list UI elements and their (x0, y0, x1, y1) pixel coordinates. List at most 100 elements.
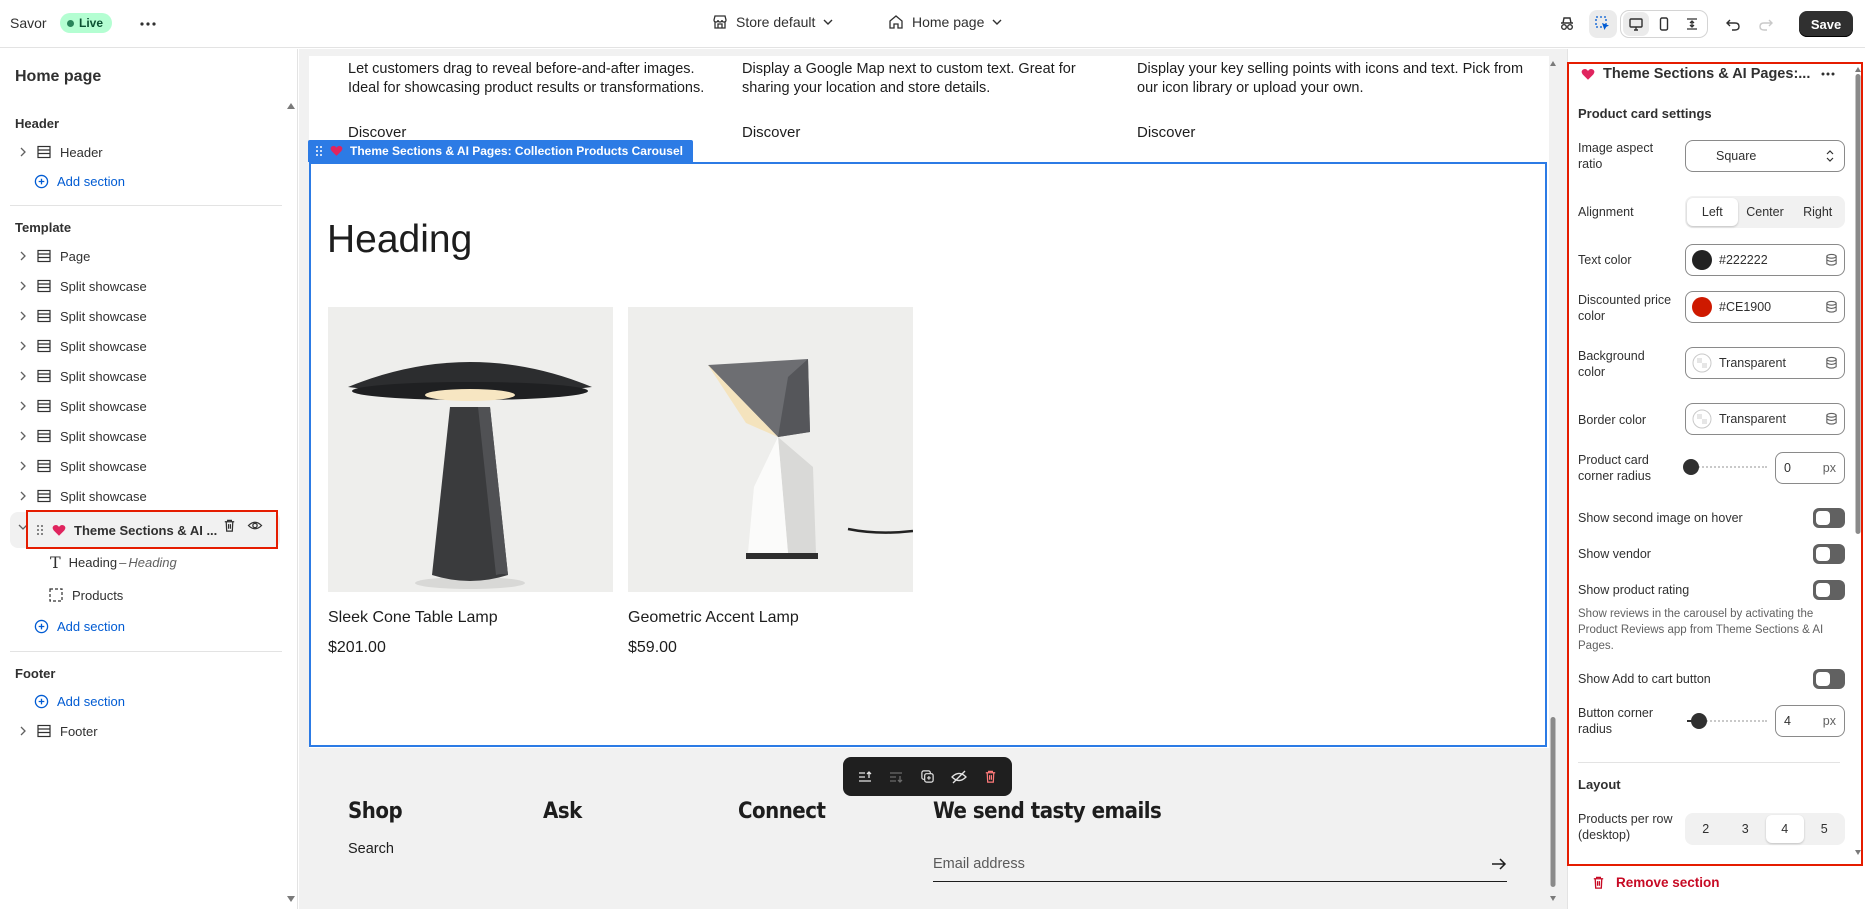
rating-toggle[interactable] (1813, 580, 1845, 600)
settings-more-button[interactable] (1814, 60, 1842, 88)
slider-track (1691, 466, 1767, 468)
discount-color-swatch[interactable] (1692, 297, 1712, 317)
button-radius-input[interactable]: 4 px (1775, 705, 1845, 737)
duplicate-icon (921, 770, 934, 783)
newsletter-email-field[interactable]: Email address (933, 846, 1507, 882)
alignment-left[interactable]: Left (1687, 198, 1738, 226)
preview-scrollbar[interactable] (1549, 60, 1557, 903)
product-name[interactable]: Sleek Cone Table Lamp (328, 609, 498, 627)
mobile-view-button[interactable] (1651, 12, 1677, 36)
product-image[interactable] (628, 307, 913, 592)
discover-link[interactable]: Discover (1137, 124, 1195, 141)
text-color-field[interactable]: #222222 (1685, 244, 1845, 276)
dashed-box-icon (49, 588, 63, 602)
product-image[interactable] (328, 307, 613, 592)
tree-item-split-showcase[interactable]: Split showcase (18, 361, 278, 391)
footer-link-search[interactable]: Search (348, 841, 394, 857)
mobile-icon (1659, 17, 1669, 31)
image-aspect-select[interactable]: Square (1685, 140, 1845, 172)
border-color-field[interactable]: Transparent (1685, 403, 1845, 435)
add-section-header-button[interactable]: Add section (34, 174, 125, 189)
per-row-option-selected[interactable]: 4 (1766, 815, 1804, 843)
settings-scrollbar[interactable] (1854, 66, 1862, 856)
save-button[interactable]: Save (1799, 11, 1853, 37)
footer-column-title: Shop (348, 799, 403, 824)
hide-button[interactable] (946, 764, 972, 790)
undo-button[interactable] (1719, 10, 1747, 38)
button-radius-slider[interactable] (1683, 713, 1768, 729)
desktop-view-button[interactable] (1623, 12, 1649, 36)
add-section-footer-button[interactable]: Add section (34, 694, 125, 709)
discover-link[interactable]: Discover (348, 124, 406, 141)
vendor-toggle[interactable] (1813, 544, 1845, 564)
duplicate-button[interactable] (914, 764, 940, 790)
tree-item-page[interactable]: Page (18, 241, 278, 271)
slider-knob[interactable] (1683, 459, 1699, 475)
px-unit: px (1822, 461, 1836, 475)
tree-item-footer[interactable]: Footer (18, 716, 278, 746)
store-select[interactable]: Store default (712, 14, 833, 30)
move-up-icon (858, 770, 872, 782)
per-row-option[interactable]: 5 (1806, 815, 1844, 843)
delete-section-button[interactable] (222, 518, 237, 533)
preview-user-button[interactable] (1553, 10, 1581, 38)
per-row-option[interactable]: 3 (1727, 815, 1765, 843)
tree-item-split-showcase[interactable]: Split showcase (18, 391, 278, 421)
tree-item-split-showcase[interactable]: Split showcase (18, 331, 278, 361)
second-image-toggle[interactable] (1813, 508, 1845, 528)
expand-icon (1687, 18, 1697, 30)
block-products[interactable]: Products (49, 585, 123, 605)
add-to-cart-toggle[interactable] (1813, 669, 1845, 689)
move-down-button[interactable] (883, 764, 909, 790)
scrollbar-icon (1550, 61, 1556, 901)
bg-color-field[interactable]: Transparent (1685, 347, 1845, 379)
section-label-tag[interactable]: Theme Sections & AI Pages: Collection Pr… (308, 140, 693, 162)
text-color-swatch[interactable] (1692, 250, 1712, 270)
full-width-button[interactable] (1679, 12, 1705, 36)
move-up-button[interactable] (852, 764, 878, 790)
per-row-option[interactable]: 2 (1687, 815, 1725, 843)
page-select[interactable]: Home page (888, 14, 1002, 30)
discover-link[interactable]: Discover (742, 124, 800, 141)
geometric-lamp-image (628, 307, 913, 592)
ellipsis-icon (140, 22, 156, 26)
tree-item-split-showcase[interactable]: Split showcase (18, 481, 278, 511)
tree-item-theme-sections[interactable]: Theme Sections & AI ... (36, 519, 217, 541)
carousel-heading[interactable]: Heading (327, 218, 472, 262)
product-name[interactable]: Geometric Accent Lamp (628, 609, 799, 627)
toggle-knob (1816, 583, 1830, 597)
eye-icon (247, 521, 263, 530)
tree-item-split-showcase[interactable]: Split showcase (18, 451, 278, 481)
tree-item-header[interactable]: Header (18, 137, 278, 167)
alignment-center[interactable]: Center (1740, 198, 1791, 226)
cursor-select-icon (1595, 16, 1609, 30)
block-heading[interactable]: T Heading – Heading (50, 552, 177, 572)
slider-knob[interactable] (1691, 713, 1707, 729)
card-radius-input[interactable]: 0 px (1775, 452, 1845, 484)
transparent-swatch-icon (1692, 353, 1712, 373)
button-radius-label: Button corner radius (1578, 706, 1654, 736)
trash-icon (1593, 876, 1604, 889)
delete-block-button[interactable] (977, 764, 1003, 790)
tree-item-split-showcase[interactable]: Split showcase (18, 301, 278, 331)
more-actions-button[interactable] (134, 10, 162, 38)
discount-color-field[interactable]: #CE1900 (1685, 291, 1845, 323)
tree-item-split-showcase[interactable]: Split showcase (18, 271, 278, 301)
scroll-down-icon[interactable] (287, 896, 295, 902)
section-layout-icon (37, 369, 51, 383)
block-toolbar (843, 757, 1012, 796)
alignment-right[interactable]: Right (1792, 198, 1843, 226)
scroll-up-icon[interactable] (287, 103, 295, 109)
rating-help-text: Show reviews in the carousel by activati… (1578, 608, 1824, 652)
text-color-label: Text color (1578, 253, 1632, 267)
card-radius-slider[interactable] (1683, 459, 1768, 475)
tree-item-split-showcase[interactable]: Split showcase (18, 421, 278, 451)
toggle-visibility-button[interactable] (247, 518, 263, 533)
store-name[interactable]: Savor (10, 15, 47, 31)
footer-column-title: Ask (543, 799, 582, 824)
inspector-button[interactable] (1589, 10, 1617, 38)
remove-section-button[interactable]: Remove section (1591, 875, 1720, 890)
add-section-template-button[interactable]: Add section (34, 619, 125, 634)
tree-item-label: Split showcase (60, 368, 147, 384)
redo-button[interactable] (1752, 10, 1780, 38)
